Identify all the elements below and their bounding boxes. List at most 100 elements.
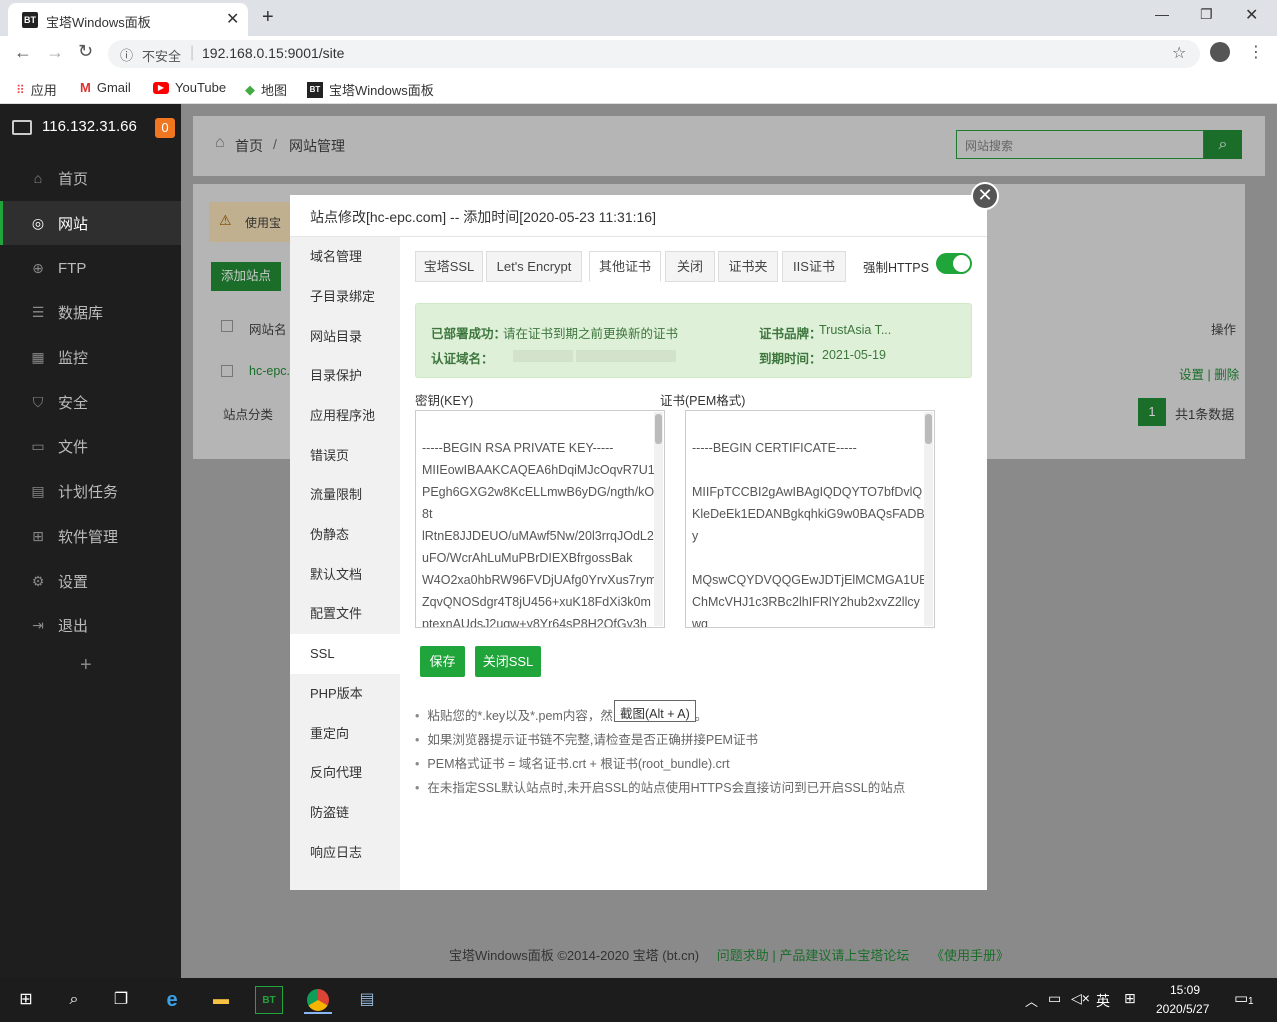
browser-tab-strip: BT 宝塔Windows面板 ✕ + — ❐ ✕ [0, 0, 1277, 36]
omnibox[interactable]: ⓘ 不安全 | 192.168.0.15:9001/site ☆ [108, 40, 1200, 68]
tip-4: 在未指定SSL默认站点时,未开启SSL的站点使用HTTPS会直接访问到已开启SS… [415, 777, 905, 796]
breadcrumb-home[interactable]: 首页 [235, 136, 263, 156]
menu-php-version[interactable]: PHP版本 [290, 674, 400, 714]
redacted-domain-1 [513, 350, 573, 362]
reload-icon[interactable]: ↻ [78, 41, 93, 62]
keyboard-icon[interactable]: ⊞ [1124, 990, 1136, 1007]
sidebar-item-website[interactable]: ◎ 网站 [0, 201, 181, 245]
close-window-icon[interactable]: ✕ [1245, 5, 1258, 25]
force-https-toggle[interactable] [936, 253, 972, 274]
sidebar-item-software[interactable]: ⊞ 软件管理 [0, 514, 181, 558]
search-icon[interactable]: ⌕ [60, 986, 88, 1014]
profile-avatar-icon[interactable] [1210, 42, 1230, 62]
footer-manual[interactable]: 《使用手册》 [931, 948, 1009, 963]
ie-icon[interactable]: e [158, 986, 186, 1014]
page-current[interactable]: 1 [1138, 398, 1166, 426]
menu-dir-protect[interactable]: 目录保护 [290, 356, 400, 396]
menu-subdir[interactable]: 子目录绑定 [290, 277, 400, 317]
back-icon[interactable]: ← [14, 42, 32, 63]
menu-hotlink[interactable]: 防盗链 [290, 793, 400, 833]
tab-bt-ssl[interactable]: 宝塔SSL [415, 251, 483, 282]
sidebar-item-database[interactable]: ☰ 数据库 [0, 290, 181, 334]
clock-time[interactable]: 15:09 [1170, 983, 1200, 997]
bookmark-gmail[interactable]: M Gmail [80, 80, 131, 95]
site-search-input[interactable]: 网站搜索 [956, 130, 1204, 159]
footer-links[interactable]: 问题求助 | 产品建议请上宝塔论坛 [717, 948, 910, 963]
menu-traffic-limit[interactable]: 流量限制 [290, 475, 400, 515]
cert-scrollbar[interactable] [924, 412, 933, 626]
chevron-up-icon[interactable]: ︿ [1025, 991, 1038, 1010]
sidebar-item-logout[interactable]: ⇥ 退出 [0, 603, 181, 647]
tab-close[interactable]: 关闭 [665, 251, 715, 282]
close-tab-icon[interactable]: ✕ [226, 9, 239, 29]
info-icon[interactable]: ⓘ [120, 45, 133, 64]
menu-domain[interactable]: 域名管理 [290, 237, 400, 277]
minimize-icon[interactable]: — [1155, 6, 1169, 22]
sidebar-item-cron[interactable]: ▤ 计划任务 [0, 469, 181, 513]
total-count: 共1条数据 [1175, 407, 1235, 422]
ime-indicator[interactable]: 英 [1096, 991, 1110, 1011]
forward-icon[interactable]: → [46, 42, 64, 63]
server-manager-icon[interactable]: ▤ [353, 986, 381, 1014]
row-ops[interactable]: 设置 | 删除 [1179, 364, 1239, 383]
sidebar-item-ftp[interactable]: ⊕ FTP [0, 246, 181, 290]
tab-other-cert[interactable]: 其他证书 [589, 251, 661, 282]
volume-icon[interactable]: ◁× [1071, 990, 1090, 1007]
sidebar-item-security[interactable]: ⛉ 安全 [0, 380, 181, 424]
dialog-close-icon[interactable]: ✕ [971, 182, 999, 210]
menu-kebab-icon[interactable]: ⋮ [1248, 42, 1264, 62]
task-view-icon[interactable]: ❐ [107, 986, 135, 1014]
add-menu-icon[interactable]: + [80, 654, 92, 677]
menu-config-file[interactable]: 配置文件 [290, 594, 400, 634]
search-icon[interactable]: ⌕ [1204, 130, 1242, 159]
select-all-checkbox[interactable] [221, 320, 233, 332]
bookmark-maps[interactable]: ◆ 地图 [245, 80, 287, 99]
bookmark-bt[interactable]: BT 宝塔Windows面板 [307, 80, 434, 99]
restore-icon[interactable]: ❐ [1200, 6, 1213, 23]
tab-letsencrypt[interactable]: Let's Encrypt [486, 251, 582, 282]
bookmark-star-icon[interactable]: ☆ [1172, 43, 1186, 63]
sidebar-item-monitor[interactable]: ▦ 监控 [0, 335, 181, 379]
file-explorer-icon[interactable]: ▬ [207, 986, 235, 1014]
add-site-button[interactable]: 添加站点 [211, 262, 281, 291]
cert-textarea[interactable]: -----BEGIN CERTIFICATE----- MIIFpTCCBI2g… [685, 410, 935, 628]
menu-default-doc[interactable]: 默认文档 [290, 555, 400, 595]
notification-icon[interactable]: ▭ [1234, 989, 1248, 1007]
tab-iis-cert[interactable]: IIS证书 [782, 251, 846, 282]
sidebar-item-files[interactable]: ▭ 文件 [0, 424, 181, 468]
row-site-name[interactable]: hc-epc. [249, 364, 290, 378]
message-badge[interactable]: 0 [155, 118, 175, 138]
menu-reverse-proxy[interactable]: 反向代理 [290, 753, 400, 793]
save-button[interactable]: 保存 [420, 646, 465, 677]
tab-cert-folder[interactable]: 证书夹 [718, 251, 778, 282]
bt-panel-icon[interactable]: BT [255, 986, 283, 1014]
close-ssl-button[interactable]: 关闭SSL [475, 646, 541, 677]
url-text[interactable]: 192.168.0.15:9001/site [202, 45, 344, 61]
new-tab-icon[interactable]: + [262, 6, 274, 29]
key-textarea[interactable]: -----BEGIN RSA PRIVATE KEY----- MIIEowIB… [415, 410, 665, 628]
menu-ssl[interactable]: SSL [290, 634, 400, 674]
clock-date[interactable]: 2020/5/27 [1156, 1002, 1209, 1016]
menu-redirect[interactable]: 重定向 [290, 714, 400, 754]
category-label: 站点分类 [223, 408, 274, 422]
sidebar-item-settings[interactable]: ⚙ 设置 [0, 559, 181, 603]
browser-tab[interactable]: BT 宝塔Windows面板 ✕ [8, 3, 248, 36]
sidebar-item-home[interactable]: ⌂ 首页 [0, 156, 181, 200]
bt-favicon-icon: BT [307, 81, 323, 98]
windows-taskbar: ⊞ ⌕ ❐ e ▬ BT ▤ ︿ ▭ ◁× 英 ⊞ 15:09 2020/5/2… [0, 978, 1277, 1022]
row-checkbox[interactable] [221, 365, 233, 377]
address-bar: ← → ↻ ⓘ 不安全 | 192.168.0.15:9001/site ☆ ⋮ [0, 36, 1277, 72]
network-icon[interactable]: ▭ [1048, 990, 1061, 1007]
menu-response-log[interactable]: 响应日志 [290, 833, 400, 873]
bookmark-youtube[interactable]: ▶ YouTube [153, 80, 226, 95]
menu-error-page[interactable]: 错误页 [290, 436, 400, 476]
windows-start-icon[interactable]: ⊞ [12, 986, 40, 1014]
key-scrollbar[interactable] [654, 412, 663, 626]
menu-app-pool[interactable]: 应用程序池 [290, 396, 400, 436]
folder-icon: ▭ [31, 438, 45, 454]
menu-rewrite[interactable]: 伪静态 [290, 515, 400, 555]
menu-sitedir[interactable]: 网站目录 [290, 317, 400, 357]
bookmark-apps[interactable]: ⠿ 应用 [16, 80, 57, 99]
maps-icon: ◆ [245, 81, 255, 97]
chrome-icon[interactable] [304, 986, 332, 1014]
